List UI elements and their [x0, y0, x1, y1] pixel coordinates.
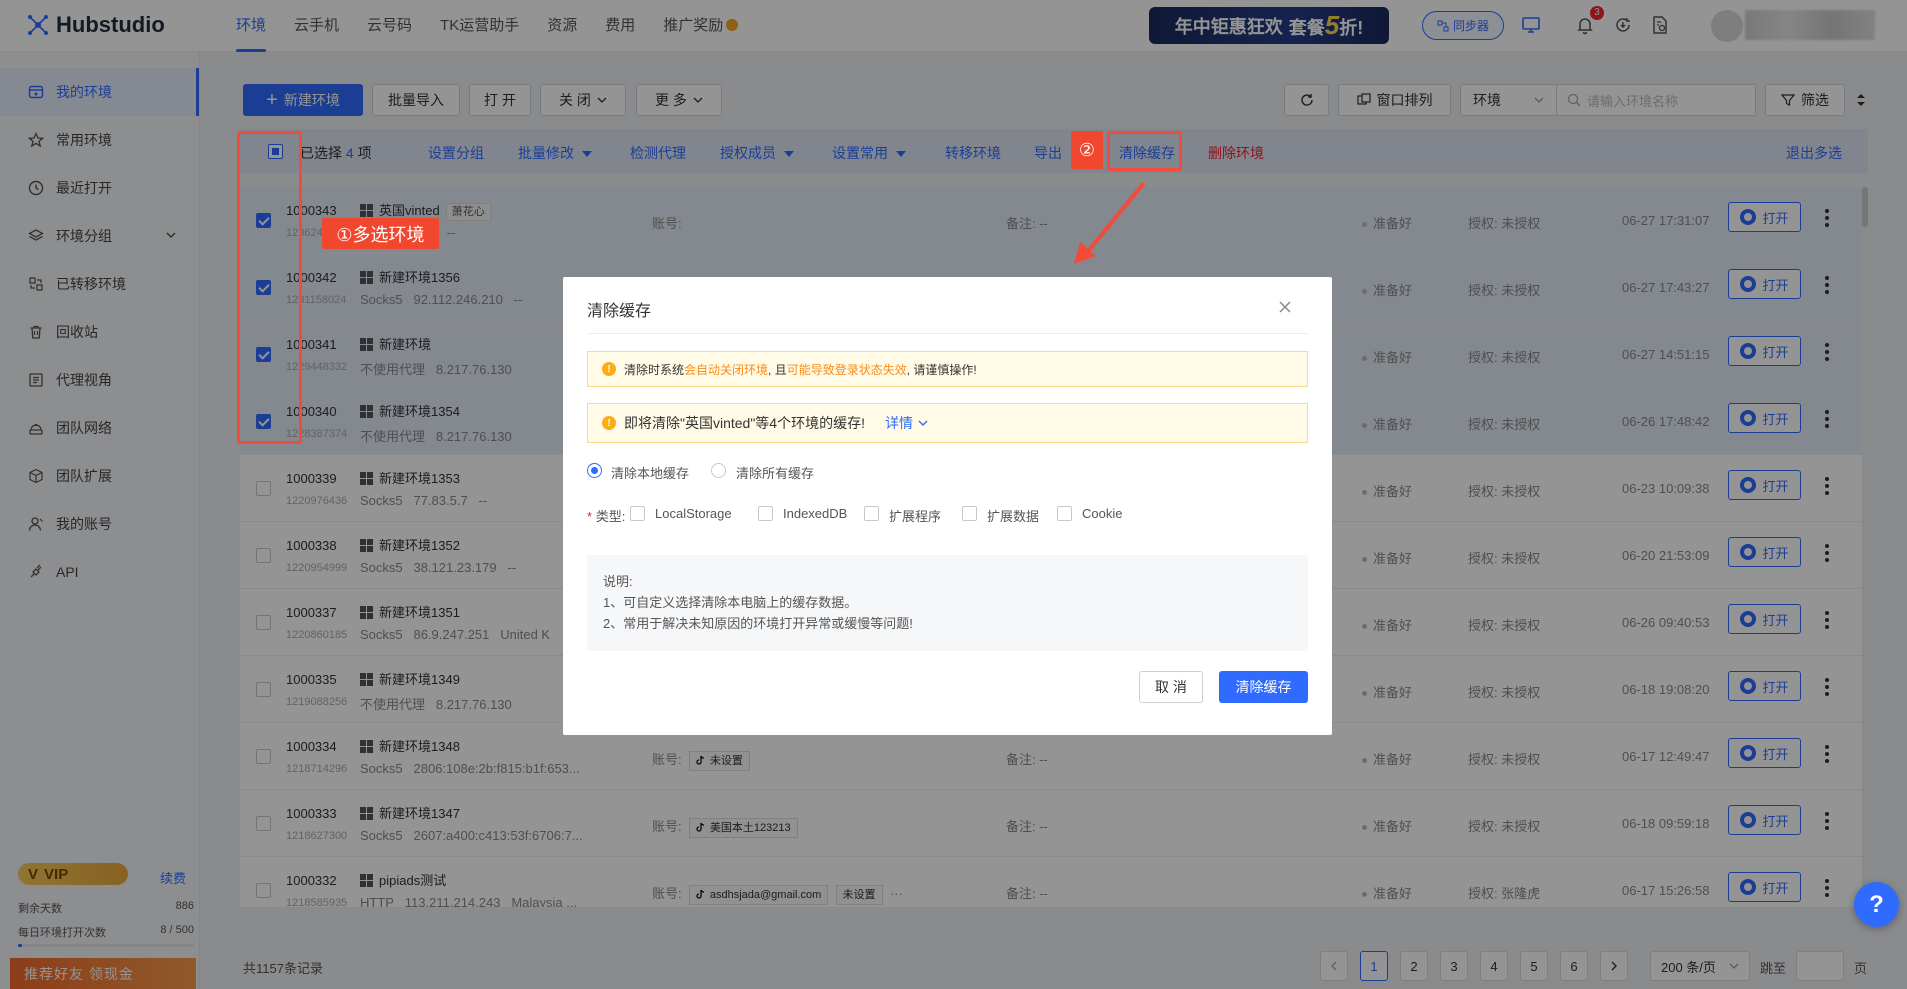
- note-line-1: 1、可自定义选择清除本电脑上的缓存数据。: [603, 595, 858, 610]
- radio-clear-all-cache[interactable]: [711, 463, 726, 478]
- clear-cache-confirm-button[interactable]: 清除缓存: [1219, 671, 1308, 703]
- warning-icon: !: [602, 362, 616, 376]
- annotation-arrow: [1074, 181, 1146, 264]
- type-label: * 类型:: [587, 506, 625, 525]
- details-label: 详情: [884, 415, 913, 431]
- checkbox-extensions[interactable]: [864, 506, 879, 521]
- instructions-box: 说明: 1、可自定义选择清除本电脑上的缓存数据。 2、常用于解决未知原因的环境打…: [587, 555, 1308, 651]
- checkbox-cookie[interactable]: [1057, 506, 1072, 521]
- details-link[interactable]: 详情: [885, 413, 929, 433]
- warning-text: 清除时系统会自动关闭环境, 且可能导致登录状态失效, 请谨慎操作!: [624, 361, 977, 378]
- close-icon[interactable]: [1277, 299, 1293, 315]
- checkbox-indexeddb[interactable]: [758, 506, 773, 521]
- checkbox-extensions-label: 扩展程序: [889, 509, 942, 524]
- clear-cache-modal: 清除缓存 ! 清除时系统会自动关闭环境, 且可能导致登录状态失效, 请谨慎操作!…: [563, 277, 1332, 735]
- annotation-box-multiselect: [237, 131, 302, 444]
- checkbox-extension-data-label: 扩展数据: [987, 509, 1040, 524]
- modal-divider: [587, 333, 1308, 334]
- warn1-d: 可能导致登录状态失效: [786, 362, 907, 377]
- warn2-text: 即将清除"英国vinted"等4个环境的缓存!: [624, 415, 865, 431]
- warn1-e: , 请谨慎操作!: [906, 362, 977, 377]
- checkbox-localstorage-label: LocalStorage: [655, 506, 732, 521]
- warn1-a: 清除时系统: [624, 362, 685, 377]
- checkbox-indexeddb-label: IndexedDB: [783, 506, 848, 521]
- checkbox-localstorage[interactable]: [630, 506, 645, 521]
- note-line-2: 2、常用于解决未知原因的环境打开异常或缓慢等问题!: [603, 616, 913, 631]
- required-asterisk: *: [587, 509, 593, 524]
- radio-local-label: 清除本地缓存: [611, 466, 690, 481]
- chevron-down-icon: [918, 420, 928, 426]
- cancel-button[interactable]: 取 消: [1139, 671, 1203, 703]
- checkbox-extension-data[interactable]: [962, 506, 977, 521]
- annotation-step2-label: ②: [1071, 131, 1103, 169]
- modal-title: 清除缓存: [587, 303, 652, 320]
- annotation-step1-label: ①多选环境: [322, 218, 439, 249]
- annotation-box-clear-cache: [1107, 131, 1182, 171]
- warn1-b: 会自动关闭环境: [684, 362, 769, 377]
- help-fab-button[interactable]: ?: [1854, 882, 1899, 927]
- type-label-text: 类型:: [595, 509, 626, 524]
- warning-banner-env-count: ! 即将清除"英国vinted"等4个环境的缓存! 详情: [587, 403, 1308, 443]
- checkbox-cookie-label: Cookie: [1082, 506, 1123, 521]
- note-title: 说明:: [603, 574, 633, 589]
- warning-banner-auto-close: ! 清除时系统会自动关闭环境, 且可能导致登录状态失效, 请谨慎操作!: [587, 351, 1308, 387]
- warn1-c: , 且: [768, 362, 787, 377]
- radio-all-label: 清除所有缓存: [736, 466, 815, 481]
- warning-icon: !: [602, 416, 616, 430]
- radio-clear-local-cache[interactable]: [587, 463, 602, 478]
